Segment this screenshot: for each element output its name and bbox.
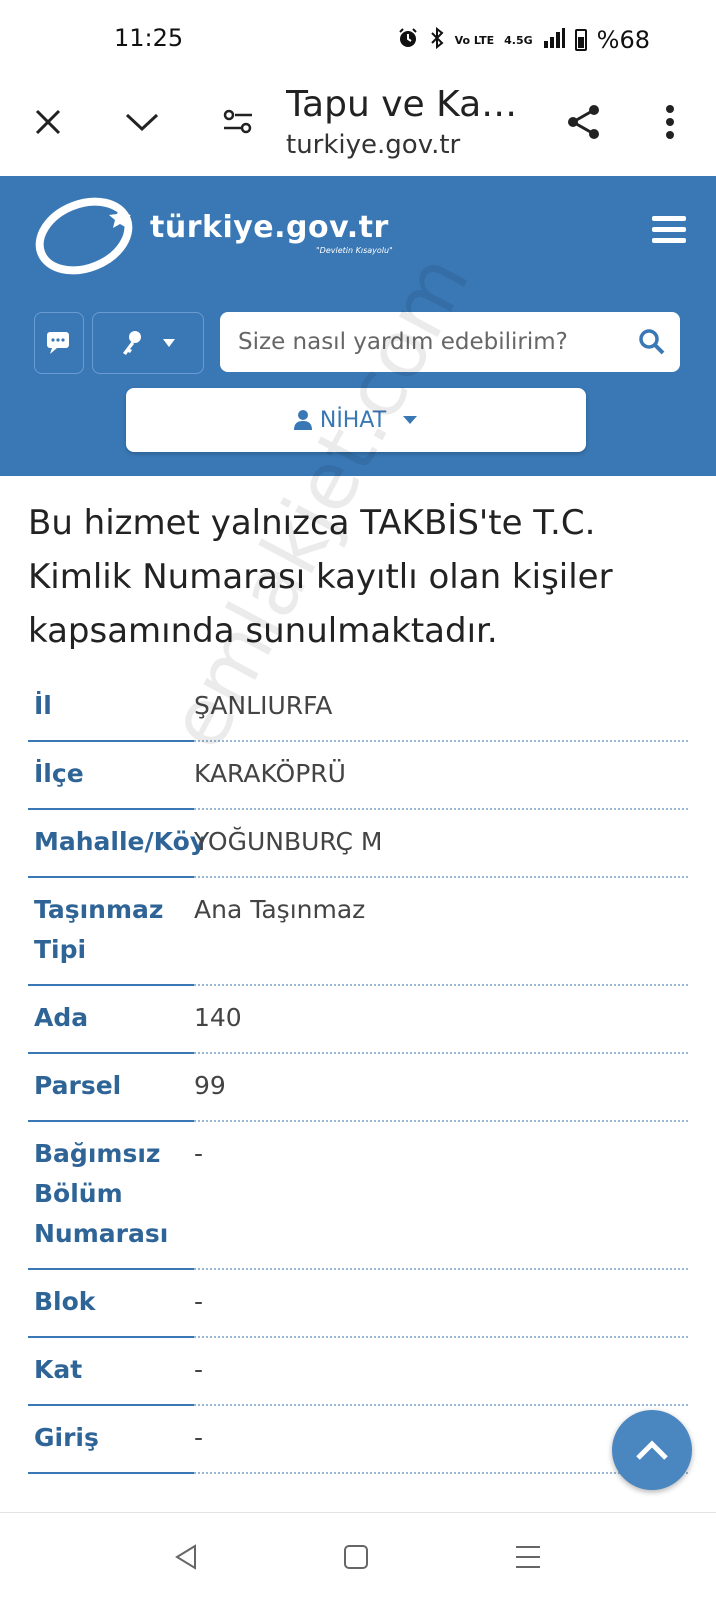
info-label: Ada [28,986,194,1054]
back-icon[interactable] [166,1537,206,1577]
info-row: Blok - [28,1270,688,1338]
user-menu-button[interactable]: NİHAT [126,388,586,452]
search-icon[interactable] [638,328,666,356]
login-key-button[interactable] [92,312,204,374]
key-icon [123,331,141,355]
info-row: İlçe KARAKÖPRÜ [28,742,688,810]
info-label: Kat [28,1338,194,1406]
info-row: Giriş - [28,1406,688,1474]
info-label: Blok [28,1270,194,1338]
info-value: - [194,1122,688,1270]
service-notice: Bu hizmet yalnızca TAKBİS'te T.C. Kimlik… [28,503,613,651]
info-label: Giriş [28,1406,194,1474]
share-icon[interactable] [560,98,608,146]
search-box [220,312,680,372]
chat-icon [47,332,69,354]
hamburger-menu-icon[interactable] [652,216,686,244]
status-time: 11:25 [114,24,184,52]
info-label: İlçe [28,742,194,810]
signal-icon [543,27,565,54]
site-header: türkiye.gov.tr "Devletin Kısayolu" NİHAT [0,176,716,476]
user-name: NİHAT [319,407,387,433]
caret-down-icon [403,416,418,424]
chevron-down-icon[interactable] [118,98,166,146]
browser-toolbar: Tapu ve Kad... turkiye.gov.tr [0,80,716,176]
info-value: - [194,1270,688,1338]
info-row: Parsel 99 [28,1054,688,1122]
recent-apps-icon[interactable] [508,1537,548,1577]
battery-percent: %68 [596,26,650,54]
page-url[interactable]: turkiye.gov.tr [286,130,460,160]
info-value: 140 [194,986,688,1054]
network-label: 4.5G [504,33,533,47]
battery-icon [574,29,587,51]
info-label: Mahalle/Köy [28,810,206,878]
caret-down-icon [163,339,175,347]
info-value: KARAKÖPRÜ [194,742,688,810]
site-settings-icon[interactable] [214,98,262,146]
property-info-table: İl ŞANLIURFA İlçe KARAKÖPRÜ Mahalle/Köy YOĞUN… [28,674,688,1474]
chat-button[interactable] [34,312,84,374]
info-label: Taşınmaz Tipi [28,878,194,986]
status-bar: 11:25 Vo LTE 4.5G %68 [0,0,716,80]
logo-slogan: "Devletin Kısayolu" [316,246,393,255]
info-row: Mahalle/Köy YOĞUNBURÇ M [28,810,688,878]
info-value: 99 [194,1054,688,1122]
close-icon[interactable] [24,98,72,146]
info-row: Kat - [28,1338,688,1406]
alarm-icon [397,27,419,54]
chevron-up-icon [636,1440,668,1460]
info-label: İl [28,674,194,742]
info-row: Ada 140 [28,986,688,1054]
status-icons: Vo LTE 4.5G %68 [397,26,650,54]
home-icon[interactable] [336,1537,376,1577]
volte-icon: Vo LTE [454,33,495,47]
logo-text: türkiye.gov.tr [150,210,389,245]
info-value: - [194,1338,688,1406]
system-nav-bar [0,1512,716,1600]
info-label: Bağımsız Bölüm Numarası [28,1122,194,1270]
more-vert-icon[interactable] [646,98,694,146]
site-logo[interactable]: türkiye.gov.tr "Devletin Kısayolu" [34,186,404,276]
search-input[interactable] [238,312,618,372]
page-title: Tapu ve Kad... [286,84,536,125]
user-icon [293,410,312,430]
info-row: Taşınmaz Tipi Ana Taşınmaz [28,878,688,986]
info-value: ŞANLIURFA [194,674,688,742]
bluetooth-icon [429,26,445,54]
scroll-top-button[interactable] [612,1410,692,1490]
logo-swoosh-icon [35,197,133,275]
info-label: Parsel [28,1054,194,1122]
info-row: İl ŞANLIURFA [28,674,688,742]
info-value: Ana Taşınmaz [194,878,688,986]
info-row: Bağımsız Bölüm Numarası - [28,1122,688,1270]
info-value: YOĞUNBURÇ M [194,810,688,878]
